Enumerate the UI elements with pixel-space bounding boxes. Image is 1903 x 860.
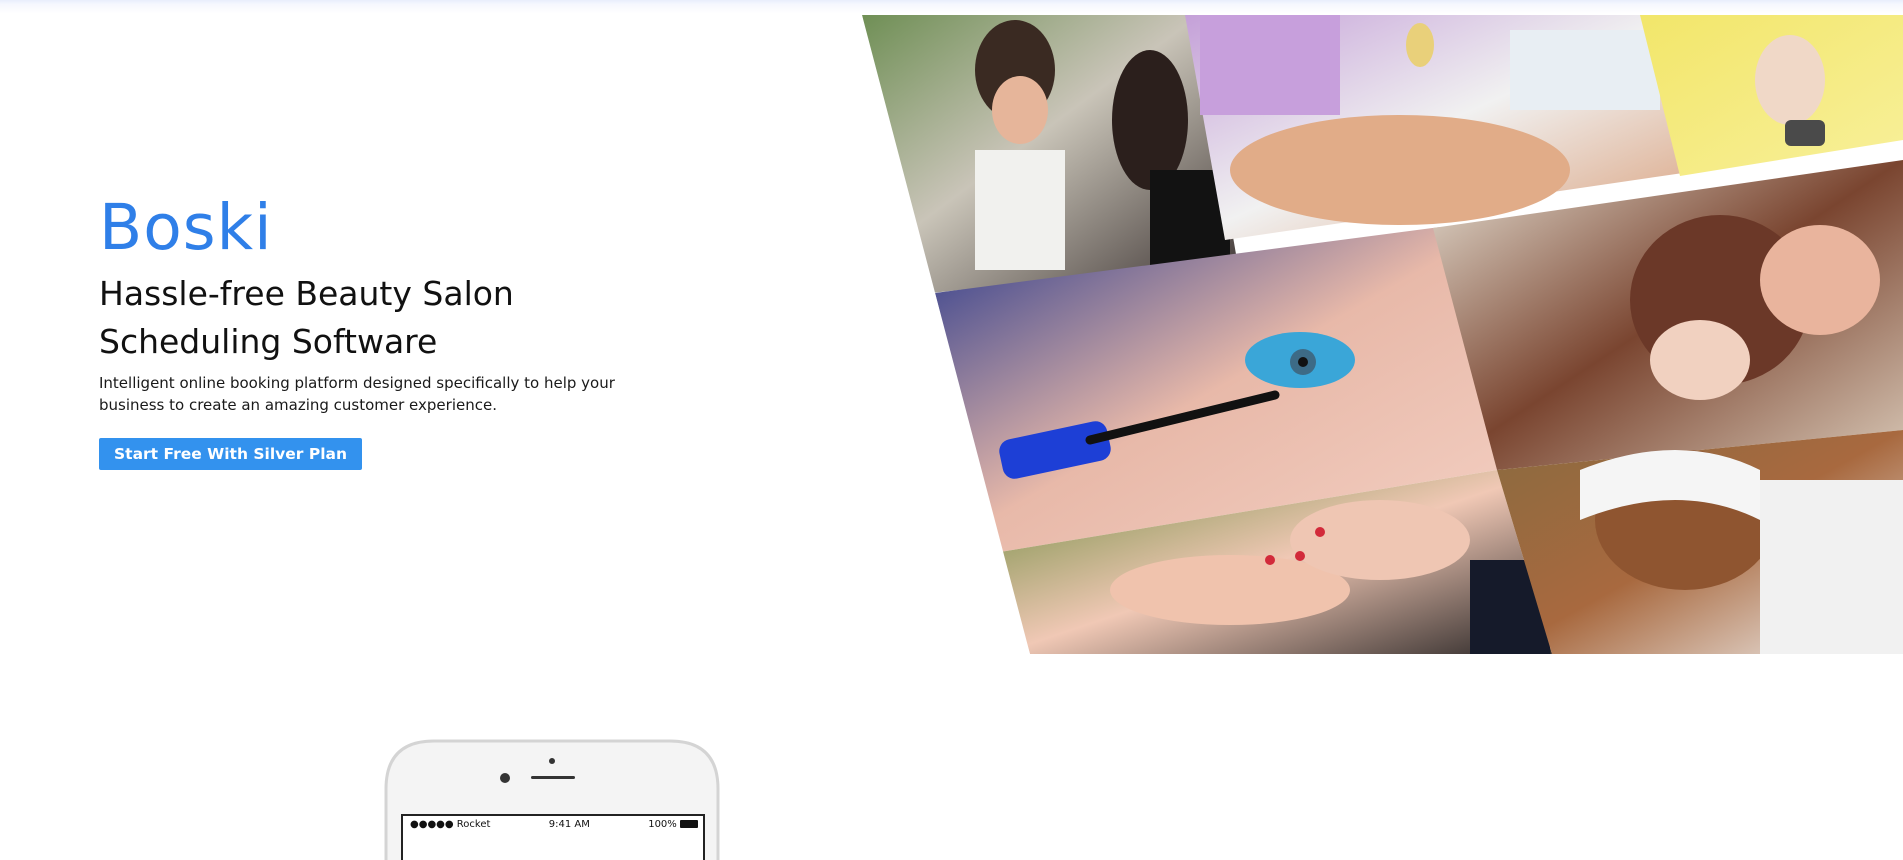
hero-section: Boski Hassle-free Beauty Salon Schedulin… <box>99 190 699 470</box>
makeup-application-photo <box>862 15 1237 294</box>
phone-mockup: ●●●●● Rocket 9:41 AM 100% <box>384 739 720 860</box>
headline-line-2: Scheduling Software <box>99 322 438 361</box>
phone-status-bar: ●●●●● Rocket 9:41 AM 100% <box>410 819 698 830</box>
tagline-line-2: business to create an amazing customer e… <box>99 396 497 414</box>
start-free-button[interactable]: Start Free With Silver Plan <box>99 438 363 470</box>
carrier-label: ●●●●● Rocket <box>410 819 491 830</box>
hand-watch-photo <box>1640 15 1903 176</box>
phone-frame-icon <box>384 739 720 860</box>
brand-title: Boski <box>99 191 273 264</box>
battery-icon <box>679 820 698 828</box>
header-shadow <box>0 0 1903 14</box>
headline-line-1: Hassle-free Beauty Salon <box>99 274 514 313</box>
hero-headline: Hassle-free Beauty Salon Scheduling Soft… <box>99 270 619 366</box>
time-label: 9:41 AM <box>548 819 590 830</box>
battery-label: 100% <box>648 819 698 830</box>
tagline-line-1: Intelligent online booking platform desi… <box>99 374 615 392</box>
hero-tagline: Intelligent online booking platform desi… <box>99 372 659 416</box>
